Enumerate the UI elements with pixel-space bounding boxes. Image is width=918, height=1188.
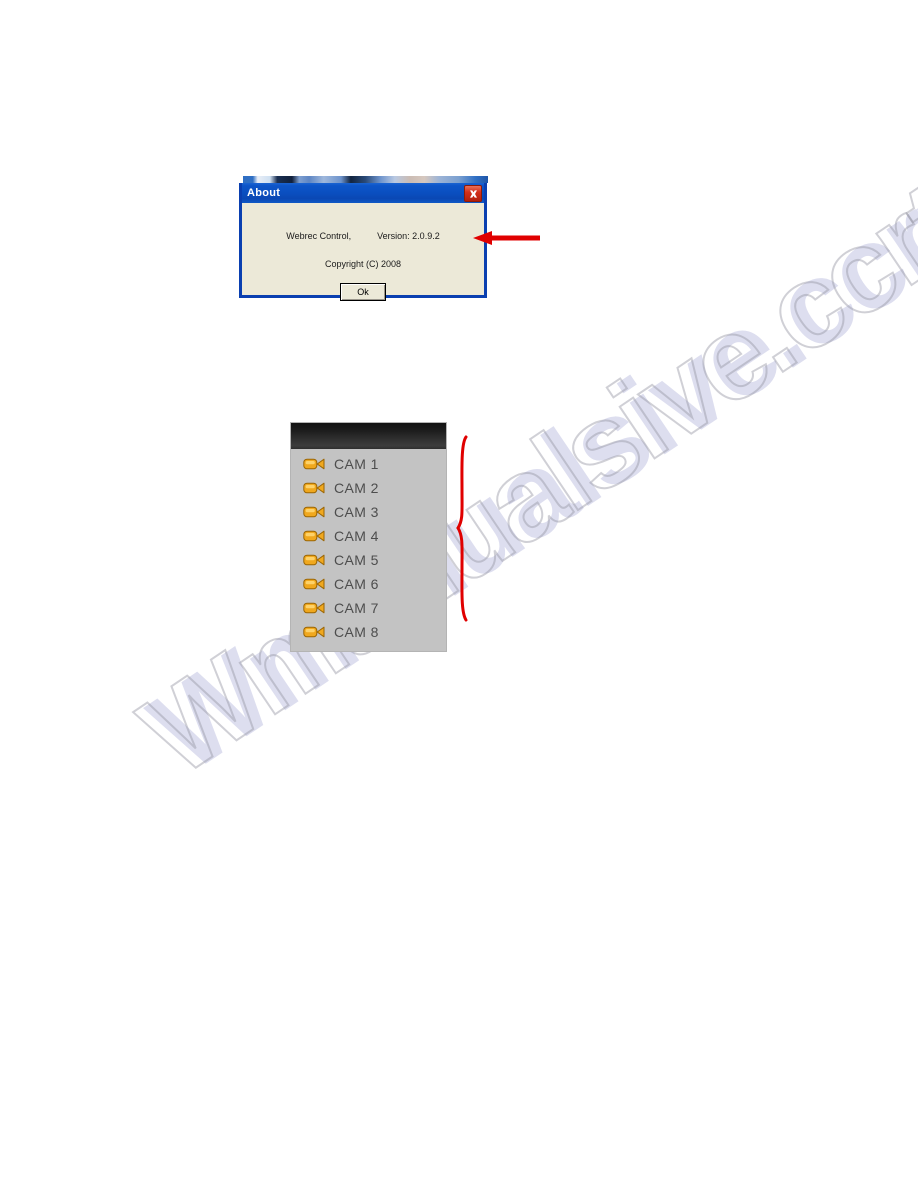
about-dialog: About Webrec Control, Version: 2.0.9.2 C… [239,183,487,301]
close-icon[interactable] [464,185,482,202]
camera-list-item-label: CAM 3 [334,504,379,520]
about-dialog-body: Webrec Control, Version: 2.0.9.2 Copyrig… [242,203,484,301]
close-x-glyph [469,189,477,198]
window-chrome-strip [243,176,488,183]
camera-list-item[interactable]: CAM 1 [291,452,446,476]
camera-list-panel: CAM 1 CAM 2 CAM 3 CAM 4 CAM 5 CAM 6 CAM 7 CAM 8 [291,423,446,651]
callout-brace-camera-list [456,435,468,622]
ok-button[interactable]: Ok [340,283,386,301]
camera-list-item-label: CAM 6 [334,576,379,592]
camera-list-item[interactable]: CAM 6 [291,572,446,596]
camcorder-icon [303,530,325,542]
camcorder-icon [303,506,325,518]
camera-list-item[interactable]: CAM 2 [291,476,446,500]
camera-list-item[interactable]: CAM 8 [291,620,446,644]
version-label: Version: 2.0.9.2 [377,231,440,241]
camera-list-item-label: CAM 7 [334,600,379,616]
camera-list-item-label: CAM 8 [334,624,379,640]
camcorder-icon [303,458,325,470]
camera-list-item[interactable]: CAM 7 [291,596,446,620]
about-dialog-title: About [247,187,281,199]
camera-list-item[interactable]: CAM 4 [291,524,446,548]
camcorder-icon [303,578,325,590]
camera-list-item-label: CAM 2 [334,480,379,496]
about-dialog-titlebar: About [242,183,484,203]
camera-list-item[interactable]: CAM 5 [291,548,446,572]
product-name: Webrec Control, [286,231,352,241]
watermark-text: Wmanualsive.ccrtv [118,121,918,802]
about-product-line: Webrec Control, Version: 2.0.9.2 [242,231,484,241]
camera-list-item-label: CAM 1 [334,456,379,472]
camera-panel-header [291,423,446,449]
camcorder-icon [303,602,325,614]
camera-list: CAM 1 CAM 2 CAM 3 CAM 4 CAM 5 CAM 6 CAM 7 CAM 8 [291,449,446,644]
camcorder-icon [303,626,325,638]
camcorder-icon [303,482,325,494]
copyright-text: Copyright (C) 2008 [324,259,402,269]
camera-list-item-label: CAM 5 [334,552,379,568]
camcorder-icon [303,554,325,566]
camera-list-item-label: CAM 4 [334,528,379,544]
camera-list-item[interactable]: CAM 3 [291,500,446,524]
